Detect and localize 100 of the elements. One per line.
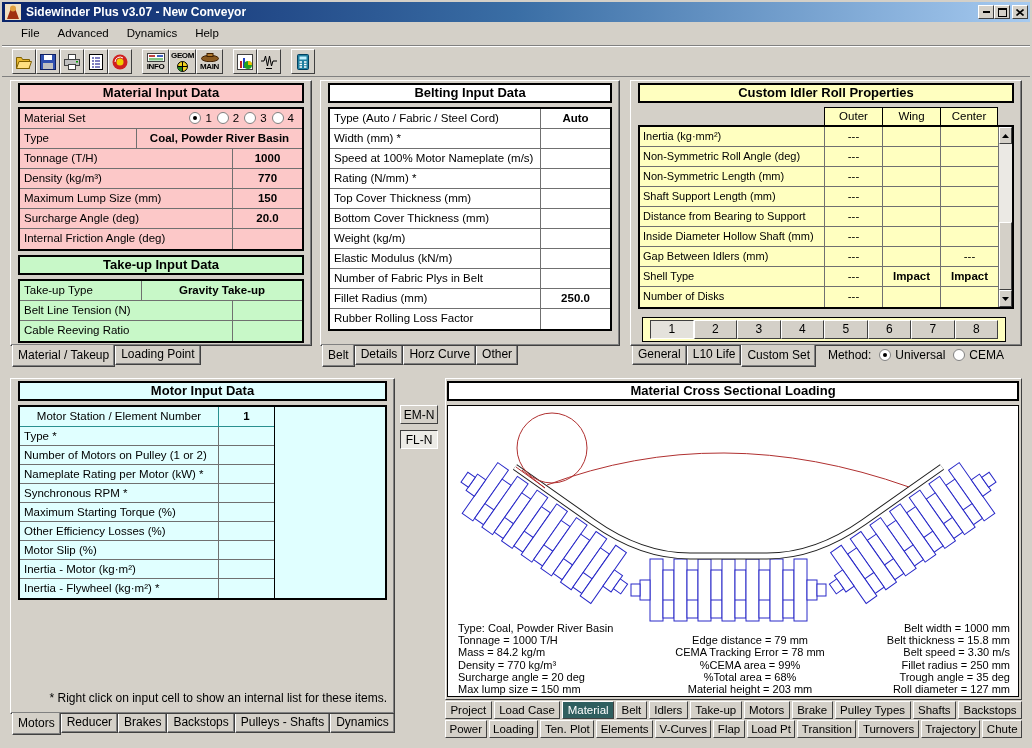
- input-field[interactable]: 20.0: [232, 209, 302, 228]
- maximize-button[interactable]: [994, 5, 1010, 19]
- input-field[interactable]: ---: [824, 227, 882, 246]
- input-field[interactable]: ---: [824, 127, 882, 146]
- section-tab[interactable]: Backstops: [958, 701, 1023, 719]
- section-tab[interactable]: Flap: [713, 720, 745, 738]
- scroll-thumb[interactable]: [999, 222, 1012, 290]
- section-tab[interactable]: Power: [445, 720, 487, 738]
- up-arrow-icon: [1002, 133, 1009, 138]
- menu-item[interactable]: File: [12, 25, 49, 42]
- section-tab[interactable]: Take-up: [689, 701, 742, 719]
- section-tab[interactable]: Load Case: [493, 701, 561, 719]
- section-tab[interactable]: Motors: [743, 701, 790, 719]
- close-button[interactable]: [1012, 5, 1028, 19]
- input-field[interactable]: 770: [232, 169, 302, 188]
- set-button[interactable]: 7: [911, 320, 955, 339]
- menu-item[interactable]: Dynamics: [117, 25, 187, 42]
- section-tab[interactable]: V-Curves: [655, 720, 712, 738]
- radio-option[interactable]: 4: [271, 111, 294, 126]
- input-field[interactable]: 1: [218, 407, 274, 426]
- set-button[interactable]: 5: [824, 320, 868, 339]
- tab[interactable]: L10 Life: [686, 346, 742, 365]
- toolbar-button[interactable]: [12, 49, 36, 74]
- section-tab[interactable]: Load Pt: [746, 720, 796, 738]
- tab[interactable]: Brakes: [118, 714, 168, 733]
- set-button[interactable]: 3: [737, 320, 781, 339]
- radio-option[interactable]: Universal: [879, 348, 946, 363]
- toolbar-button[interactable]: MAIN: [196, 49, 223, 74]
- tab[interactable]: Belt: [322, 345, 355, 367]
- tab[interactable]: Details: [354, 346, 404, 365]
- input-field[interactable]: ---: [824, 167, 882, 186]
- view-toggle-button[interactable]: EM-N: [400, 405, 438, 424]
- toolbar-button[interactable]: [84, 49, 108, 74]
- section-tab[interactable]: Turnovers: [858, 720, 919, 738]
- section-tab[interactable]: Ten. Plot: [540, 720, 595, 738]
- tab[interactable]: Other: [476, 346, 519, 365]
- section-tab[interactable]: Chute: [982, 720, 1023, 738]
- section-tab[interactable]: Project: [445, 701, 492, 719]
- section-tab[interactable]: Brake: [791, 701, 833, 719]
- scrollbar[interactable]: [998, 127, 1012, 307]
- input-field[interactable]: 250.0: [540, 289, 610, 308]
- set-button[interactable]: 4: [780, 320, 824, 339]
- input-field[interactable]: Gravity Take-up: [141, 281, 302, 300]
- section-tab[interactable]: Loading: [488, 720, 539, 738]
- minimize-button[interactable]: [978, 5, 994, 19]
- set-button[interactable]: 1: [650, 320, 694, 339]
- section-tab[interactable]: Elements: [596, 720, 654, 738]
- toolbar-button[interactable]: [257, 49, 281, 74]
- input-field[interactable]: Coal, Powder River Basin: [136, 129, 302, 148]
- tab[interactable]: Horz Curve: [403, 346, 477, 365]
- tab[interactable]: Material / Takeup: [12, 345, 116, 367]
- radio-option[interactable]: CEMA: [953, 348, 1004, 363]
- field-label: Non-Symmetric Length (mm): [642, 169, 786, 184]
- tab[interactable]: General: [632, 346, 687, 365]
- toolbar-button[interactable]: [108, 49, 132, 74]
- field-label: Type (Auto / Fabric / Steel Cord): [333, 111, 500, 126]
- radio-option[interactable]: 3: [244, 111, 267, 126]
- radio-option[interactable]: 1: [189, 111, 212, 126]
- summary-line: Density = 770 kg/m³: [458, 658, 557, 671]
- input-field[interactable]: ---: [824, 247, 882, 266]
- view-toggle-button[interactable]: FL-N: [400, 430, 438, 449]
- section-tab[interactable]: Pulley Types: [834, 701, 911, 719]
- radio-option[interactable]: 2: [216, 111, 240, 126]
- tab[interactable]: Loading Point: [115, 346, 201, 365]
- scroll-down-button[interactable]: [999, 290, 1012, 307]
- section-tab[interactable]: Idlers: [648, 701, 688, 719]
- tab[interactable]: Dynamics: [330, 714, 395, 733]
- input-field[interactable]: 150: [232, 189, 302, 208]
- menu-item[interactable]: Help: [186, 25, 228, 42]
- input-field[interactable]: ---: [824, 187, 882, 206]
- input-field[interactable]: ---: [824, 267, 882, 286]
- set-button[interactable]: 6: [867, 320, 911, 339]
- section-tab[interactable]: Transition: [797, 720, 857, 738]
- input-field[interactable]: Impact: [882, 267, 940, 286]
- input-field[interactable]: ---: [824, 207, 882, 226]
- toolbar-button[interactable]: [36, 49, 60, 74]
- field-label: Elastic Modulus (kN/m): [333, 251, 454, 266]
- input-field[interactable]: ---: [824, 147, 882, 166]
- toolbar-button[interactable]: [60, 49, 84, 74]
- menu-item[interactable]: Advanced: [48, 25, 118, 42]
- input-field[interactable]: 1000: [232, 149, 302, 168]
- scroll-up-button[interactable]: [999, 127, 1012, 144]
- input-field[interactable]: Auto: [540, 109, 610, 128]
- toolbar-button[interactable]: GEOM: [169, 49, 196, 74]
- section-tab[interactable]: Material: [562, 701, 615, 719]
- tab[interactable]: Backstops: [167, 714, 235, 733]
- set-button[interactable]: 8: [954, 320, 998, 339]
- field-label: Type: [23, 131, 50, 146]
- tab[interactable]: Reducer: [60, 714, 119, 733]
- toolbar-button[interactable]: [291, 49, 315, 74]
- input-field[interactable]: ---: [824, 287, 882, 307]
- section-tab[interactable]: Trajectory: [920, 720, 981, 738]
- toolbar-button[interactable]: INFO: [142, 49, 169, 74]
- tab[interactable]: Motors: [12, 713, 61, 735]
- section-tab[interactable]: Shafts: [912, 701, 957, 719]
- toolbar-button[interactable]: [233, 49, 257, 74]
- set-button[interactable]: 2: [693, 320, 737, 339]
- tab[interactable]: Custom Set: [741, 345, 817, 367]
- tab[interactable]: Pulleys - Shafts: [234, 714, 331, 733]
- section-tab[interactable]: Belt: [616, 701, 647, 719]
